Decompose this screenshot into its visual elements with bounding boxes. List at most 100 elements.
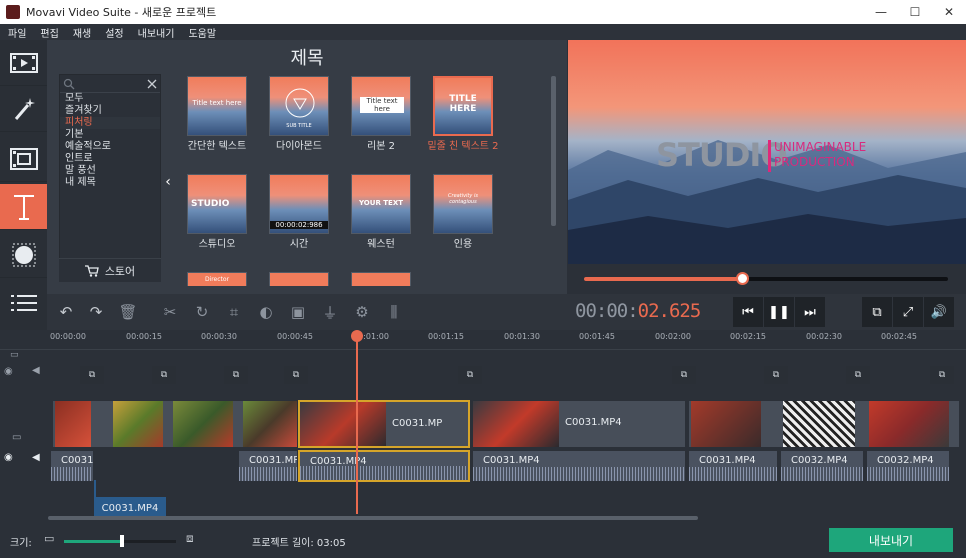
menu-settings[interactable]: 설정	[105, 25, 123, 40]
delete-icon[interactable]: 🗑	[113, 298, 143, 326]
category-speech-bubble[interactable]: 말 풍선	[60, 165, 160, 177]
fullscreen-button[interactable]: ⤢	[893, 297, 923, 327]
export-button[interactable]: 내보내기	[829, 528, 953, 552]
video-clip[interactable]	[688, 400, 960, 448]
next-frame-button[interactable]: ⏭	[795, 297, 825, 327]
clip-thumbnail	[113, 401, 163, 447]
clip-name: C0031	[61, 455, 94, 466]
title-tile-underline[interactable]: TITLE HERE	[433, 76, 493, 136]
pause-button[interactable]: ❚❚	[764, 297, 794, 327]
audio-waveform	[689, 467, 777, 481]
audio-clip[interactable]: C0031	[50, 450, 94, 482]
title-tile[interactable]	[269, 272, 329, 286]
zoom-slider-handle[interactable]	[120, 535, 125, 547]
audio-clip[interactable]: C0032.MP4	[780, 450, 864, 482]
import-media-button[interactable]	[0, 40, 47, 86]
maximize-button[interactable]: ☐	[898, 0, 932, 24]
transitions-button[interactable]	[0, 136, 47, 182]
menu-help[interactable]: 도움말	[188, 25, 216, 40]
tile-label: 스튜디오	[198, 239, 236, 250]
timeline-ruler[interactable]: 00:00:00 00:00:15 00:00:30 00:00:45 00:0…	[0, 330, 966, 350]
category-artistic[interactable]: 예술적으로	[60, 141, 160, 153]
rotate-icon[interactable]: ↻	[187, 298, 217, 326]
volume-button[interactable]: 🔊	[924, 297, 954, 327]
video-track-icon: ▭	[12, 432, 22, 443]
transition-marker-icon[interactable]: ⧉	[458, 366, 482, 384]
title-tile-diamond[interactable]: SUB TITLE	[269, 76, 329, 136]
category-all[interactable]: 모두	[60, 93, 160, 105]
speaker-icon[interactable]: ◀	[32, 365, 40, 376]
transition-marker-icon[interactable]: ⧉	[152, 366, 176, 384]
minimize-button[interactable]: —	[864, 0, 898, 24]
clip-thumbnail	[869, 401, 949, 447]
transition-marker-icon[interactable]: ⧉	[764, 366, 788, 384]
title-tile-simple[interactable]: Title text here	[187, 76, 247, 136]
transition-marker-icon[interactable]: ⧉	[930, 366, 954, 384]
category-favorites[interactable]: 즐겨찾기	[60, 105, 160, 117]
search-input[interactable]	[60, 75, 160, 93]
microphone-icon[interactable]: ⏚	[315, 298, 345, 326]
cut-icon[interactable]: ✂	[155, 298, 185, 326]
category-basic[interactable]: 기본	[60, 129, 160, 141]
seek-handle[interactable]	[736, 272, 750, 285]
redo-icon[interactable]: ↷	[81, 298, 111, 326]
menu-play[interactable]: 재생	[73, 25, 91, 40]
equalizer-icon[interactable]: ⫼	[379, 298, 409, 326]
audio-clip[interactable]: C0031.MP	[238, 450, 298, 482]
audio-clip[interactable]: C0031.MP4	[472, 450, 686, 482]
store-button[interactable]: 스토어	[59, 258, 161, 282]
audio-clip[interactable]: C0032.MP4	[866, 450, 950, 482]
stickers-button[interactable]	[0, 232, 47, 278]
tile-label: 밑줄 친 텍스트 2	[427, 141, 499, 152]
title-tile-western[interactable]: YOUR TEXT	[351, 174, 411, 234]
image-icon[interactable]: ▣	[283, 298, 313, 326]
video-clip[interactable]	[52, 400, 298, 448]
undo-icon[interactable]: ↶	[51, 298, 81, 326]
transition-marker-icon[interactable]: ⧉	[284, 366, 308, 384]
title-tile-ribbon[interactable]: Title text here	[351, 76, 411, 136]
category-intro[interactable]: 인트로	[60, 153, 160, 165]
titles-button[interactable]	[0, 184, 47, 230]
store-label: 스토어	[104, 264, 136, 278]
title-tile-time[interactable]: 00:00:02:986	[269, 174, 329, 234]
playhead[interactable]	[356, 334, 358, 514]
filters-button[interactable]	[0, 86, 47, 132]
transition-marker-icon[interactable]: ⧉	[672, 366, 696, 384]
more-tools-button[interactable]	[0, 280, 47, 326]
audio-clip[interactable]: C0031.MP4	[688, 450, 778, 482]
transition-marker-icon[interactable]: ⧉	[80, 366, 104, 384]
eye-icon[interactable]: ◉	[4, 366, 13, 377]
transition-marker-icon[interactable]: ⧉	[224, 366, 248, 384]
gear-icon[interactable]: ⚙	[347, 298, 377, 326]
video-clip-selected[interactable]: C0031.MP	[298, 400, 470, 448]
clip-thumbnail	[691, 401, 761, 447]
zoom-out-icon[interactable]: ▭	[44, 532, 54, 545]
zoom-in-icon[interactable]: ⧈	[186, 531, 194, 546]
menu-edit[interactable]: 편집	[40, 25, 58, 40]
category-my-titles[interactable]: 내 제목	[60, 177, 160, 189]
panel-scrollbar[interactable]	[551, 76, 556, 226]
title-tile[interactable]	[351, 272, 411, 286]
color-adjust-icon[interactable]: ◐	[251, 298, 281, 326]
speaker-icon[interactable]: ◀	[32, 452, 40, 463]
menu-export[interactable]: 내보내기	[138, 25, 175, 40]
clear-search-icon[interactable]	[147, 79, 157, 89]
video-preview[interactable]: STUDIO UNIMAGINABLE PRODUCTION	[568, 40, 966, 264]
title-tile-director[interactable]: Director	[187, 272, 247, 286]
eye-icon[interactable]: ◉	[4, 452, 13, 463]
crop-icon[interactable]: ⌗	[219, 298, 249, 326]
menu-file[interactable]: 파일	[8, 25, 26, 40]
popout-preview-button[interactable]: ⧉	[862, 297, 892, 327]
previous-frame-button[interactable]: ⏮	[733, 297, 763, 327]
title-tile-studio[interactable]: STUDIO	[187, 174, 247, 234]
collapse-chevron-icon[interactable]: ‹	[161, 172, 175, 192]
transition-marker-icon[interactable]: ⧉	[846, 366, 870, 384]
close-button[interactable]: ✕	[932, 0, 966, 24]
video-clip[interactable]: C0031.MP4	[472, 400, 686, 448]
title-tile-quote[interactable]: Creativity is contagious	[433, 174, 493, 234]
audio-clip-selected[interactable]: C0031.MP4	[298, 450, 470, 482]
category-featured[interactable]: 피처링	[60, 117, 160, 129]
tile-label: 간단한 텍스트	[187, 141, 247, 152]
ruler-tick-label: 00:00:30	[201, 332, 237, 341]
edit-toolbar: ↶ ↷ 🗑 ✂ ↻ ⌗ ◐ ▣ ⏚ ⚙ ⫼	[47, 294, 567, 330]
